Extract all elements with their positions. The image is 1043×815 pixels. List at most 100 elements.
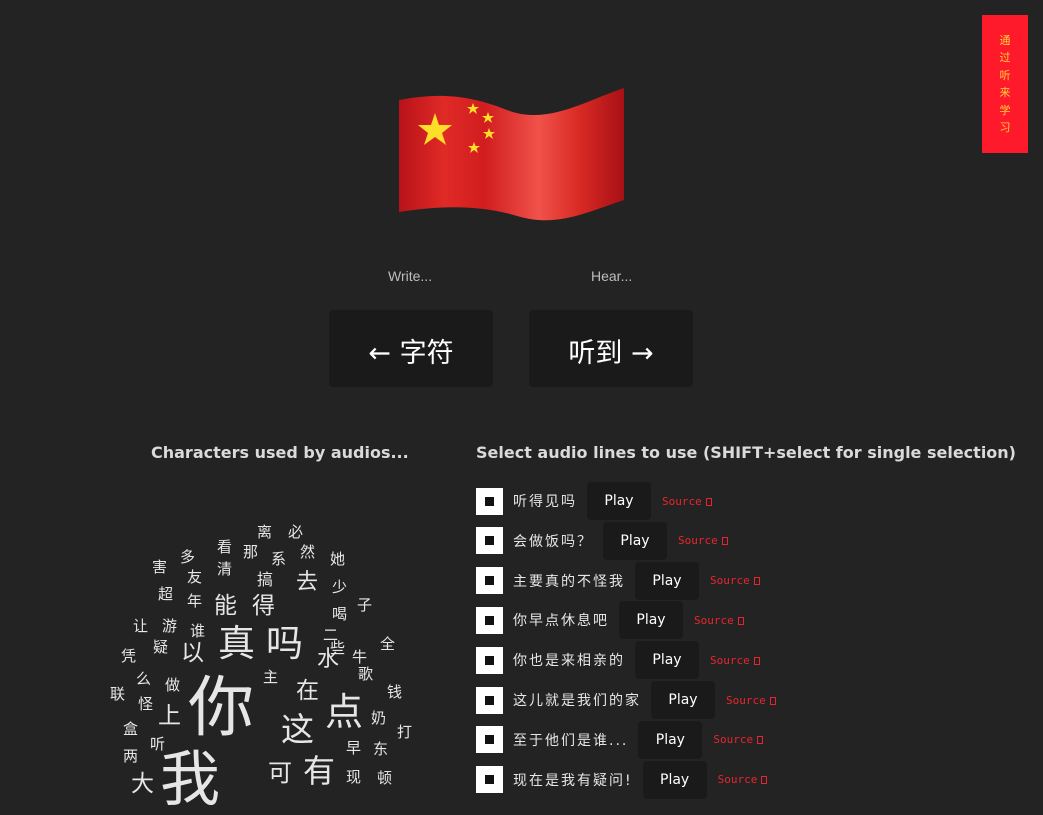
cloud-character: 现 xyxy=(346,768,362,786)
cloud-character: 做 xyxy=(165,676,181,694)
cloud-character: 怪 xyxy=(138,695,154,713)
source-label: Source xyxy=(694,613,734,627)
cloud-character: 多 xyxy=(180,548,196,566)
line-checkbox[interactable] xyxy=(476,487,503,515)
source-link[interactable]: Source xyxy=(726,694,776,707)
cloud-character: 离 xyxy=(257,523,273,541)
cloud-character: 少 xyxy=(332,578,348,596)
line-checkbox[interactable] xyxy=(476,726,503,754)
source-link[interactable]: Source xyxy=(710,574,760,587)
cloud-character: 清 xyxy=(217,560,233,578)
write-characters-button[interactable]: ← 字符 xyxy=(329,310,493,387)
play-button[interactable]: Play xyxy=(619,601,683,640)
source-label: Source xyxy=(713,733,754,747)
external-link-icon xyxy=(737,616,744,625)
cloud-character: 那 xyxy=(243,543,259,561)
line-text: 会做饭吗？ xyxy=(513,533,593,550)
cloud-character: 以 xyxy=(181,640,204,666)
source-link[interactable]: Source xyxy=(713,733,764,747)
cloud-character: 大 xyxy=(131,771,154,797)
play-button[interactable]: Play xyxy=(642,760,707,799)
line-checkbox[interactable] xyxy=(476,527,503,555)
source-link[interactable]: Source xyxy=(718,773,768,786)
cloud-character: 主 xyxy=(263,668,279,686)
select-lines-title: Select audio lines to use (SHIFT+select … xyxy=(476,443,1016,462)
line-text: 你早点休息吧 xyxy=(513,613,609,630)
side-tab-char: 听 xyxy=(999,68,1011,82)
audio-line-row: 至于他们是谁... Play Source xyxy=(476,720,764,759)
cloud-character: 吗 xyxy=(266,622,303,665)
cloud-character: 这 xyxy=(281,710,314,749)
cloud-character: 歌 xyxy=(358,665,374,683)
cloud-character: 游 xyxy=(162,617,178,635)
cloud-character: 年 xyxy=(187,592,203,610)
cloud-character: 你 xyxy=(188,669,254,746)
source-link[interactable]: Source xyxy=(694,614,744,627)
cloud-character: 凭 xyxy=(121,647,137,665)
write-hint: Write... xyxy=(388,268,433,284)
cloud-character: 喝 xyxy=(332,605,348,623)
cloud-character: 钱 xyxy=(387,683,403,701)
cloud-character: 盒 xyxy=(123,720,139,738)
cloud-character: 有 xyxy=(303,752,336,790)
hear-hint: Hear... xyxy=(591,268,633,284)
line-checkbox[interactable] xyxy=(476,686,503,714)
cloud-character: 奶 xyxy=(371,709,387,727)
play-button[interactable]: Play xyxy=(651,681,715,719)
hear-audio-button[interactable]: 听到 → xyxy=(529,310,693,387)
cloud-character: 然 xyxy=(300,543,316,561)
cloud-character: 疑 xyxy=(153,638,169,656)
characters-title: Characters used by audios... xyxy=(151,443,409,462)
external-link-icon xyxy=(757,736,764,745)
cloud-character: 能 xyxy=(214,593,237,619)
cloud-character: 早 xyxy=(346,739,362,757)
audio-line-row: 会做饭吗？ Play Source xyxy=(476,521,728,560)
line-checkbox[interactable] xyxy=(476,766,503,794)
cloud-character: 子 xyxy=(357,596,373,614)
external-link-icon xyxy=(753,577,760,586)
cloud-character: 打 xyxy=(397,723,413,741)
external-link-icon xyxy=(769,696,776,705)
character-word-cloud: 离必看那然多系她害友清搞去少超年能得喝子让游谁二些真吗全凭疑以牛水歌联么做主你在… xyxy=(100,515,430,811)
play-button[interactable]: Play xyxy=(635,561,699,600)
cloud-character: 去 xyxy=(296,570,319,595)
side-tab-char: 通 xyxy=(999,33,1011,47)
cloud-character: 可 xyxy=(268,759,292,787)
source-link[interactable]: Source xyxy=(678,534,728,547)
cloud-character: 超 xyxy=(158,585,174,603)
line-text: 这儿就是我们的家 xyxy=(513,693,641,709)
cloud-character: 系 xyxy=(271,550,287,568)
line-text: 至于他们是谁... xyxy=(513,732,629,749)
play-button[interactable]: Play xyxy=(603,521,667,560)
side-tab-char: 来 xyxy=(999,86,1011,99)
cloud-character: 必 xyxy=(288,523,304,541)
audio-line-row: 主要真的不怪我 Play Source xyxy=(476,561,760,600)
cloud-character: 牛 xyxy=(352,648,368,666)
source-label: Source xyxy=(678,534,718,548)
line-text: 听得见吗 xyxy=(513,494,577,510)
line-checkbox[interactable] xyxy=(476,567,503,595)
side-tab-char: 习 xyxy=(999,121,1011,134)
line-text: 你也是来相亲的 xyxy=(513,653,625,670)
audio-line-row: 你也是来相亲的 Play Source xyxy=(476,641,760,680)
line-checkbox[interactable] xyxy=(476,606,503,634)
play-button[interactable]: Play xyxy=(638,720,703,759)
source-link[interactable]: Source xyxy=(662,495,712,508)
cloud-character: 上 xyxy=(158,703,181,729)
cloud-character: 她 xyxy=(330,550,346,568)
cloud-character: 友 xyxy=(187,568,203,586)
play-button[interactable]: Play xyxy=(587,482,651,520)
side-tab[interactable]: 通 过 听 来 学 习 xyxy=(982,15,1028,153)
audio-line-row: 你早点休息吧 Play Source xyxy=(476,601,744,640)
line-checkbox[interactable] xyxy=(476,646,503,674)
cloud-character: 让 xyxy=(133,617,149,635)
audio-line-row: 现在是我有疑问! Play Source xyxy=(476,760,768,799)
source-link[interactable]: Source xyxy=(710,654,760,667)
external-link-icon xyxy=(761,776,768,785)
source-label: Source xyxy=(662,494,702,508)
cloud-character: 东 xyxy=(373,740,389,758)
cloud-character: 搞 xyxy=(257,570,274,589)
play-button[interactable]: Play xyxy=(635,641,699,680)
cloud-character: 水 xyxy=(317,647,340,672)
external-link-icon xyxy=(705,497,712,506)
